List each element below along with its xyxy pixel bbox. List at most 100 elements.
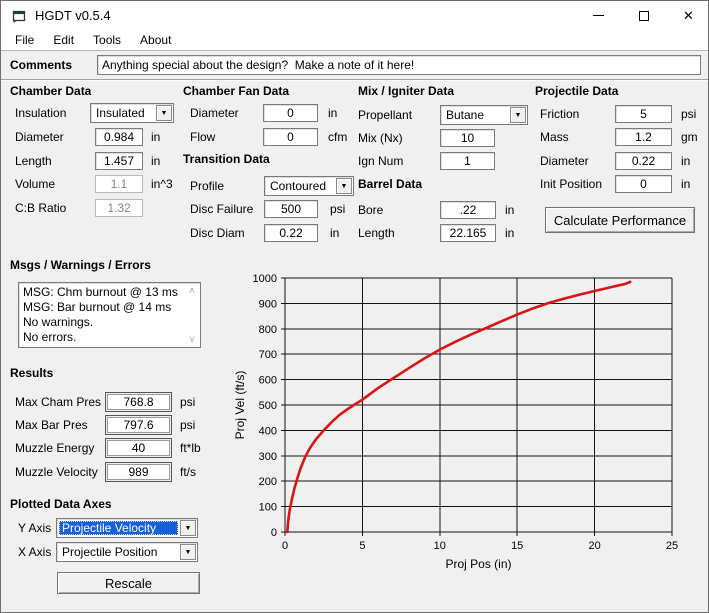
- disc-failure-input[interactable]: [264, 200, 318, 218]
- max-cham-pres-label: Max Cham Pres: [15, 395, 101, 409]
- chamber-length-input[interactable]: [95, 152, 143, 170]
- message-line: MSG: Chm burnout @ 13 ms: [23, 285, 183, 300]
- proj-diameter-label: Diameter: [540, 154, 589, 168]
- insulation-value: Insulated: [93, 106, 154, 120]
- cb-ratio-field: [95, 199, 143, 217]
- svg-text:0: 0: [282, 540, 288, 552]
- disc-diam-label: Disc Diam: [190, 226, 245, 240]
- svg-text:700: 700: [259, 349, 277, 361]
- calculate-performance-button[interactable]: Calculate Performance: [545, 207, 695, 233]
- friction-label: Friction: [540, 107, 579, 121]
- chamber-diameter-input[interactable]: [95, 128, 143, 146]
- messages-scrollbar[interactable]: ∧ ∨: [185, 284, 199, 346]
- muzzle-energy-field: [105, 438, 172, 458]
- app-icon: [11, 8, 27, 24]
- insulation-label: Insulation: [15, 106, 66, 120]
- menu-about[interactable]: About: [135, 31, 176, 49]
- proj-diameter-input[interactable]: [615, 152, 672, 170]
- propellant-label: Propellant: [358, 108, 412, 122]
- fan-flow-input[interactable]: [263, 128, 318, 146]
- fan-diameter-unit: in: [328, 106, 337, 120]
- window-title: HGDT v0.5.4: [35, 8, 111, 23]
- insulation-select[interactable]: Insulated ▼: [90, 103, 174, 123]
- comments-input[interactable]: [97, 55, 701, 75]
- disc-diam-input[interactable]: [264, 224, 318, 242]
- chamber-diameter-unit: in: [151, 130, 160, 144]
- max-cham-pres-unit: psi: [180, 395, 195, 409]
- barrel-length-label: Length: [358, 226, 395, 240]
- mix-nx-input[interactable]: [440, 129, 495, 147]
- x-axis-value: Projectile Position: [59, 545, 178, 559]
- svg-text:20: 20: [588, 540, 600, 552]
- disc-failure-unit: psi: [330, 202, 345, 216]
- bore-input[interactable]: [440, 201, 496, 219]
- title-bar[interactable]: HGDT v0.5.4 ✕: [1, 1, 708, 30]
- messages-lines: MSG: Chm burnout @ 13 ms MSG: Bar burnou…: [23, 285, 183, 346]
- propellant-select[interactable]: Butane ▼: [440, 105, 528, 125]
- menu-file[interactable]: File: [10, 31, 39, 49]
- fan-diameter-label: Diameter: [190, 106, 239, 120]
- menu-bar: File Edit Tools About: [1, 30, 708, 51]
- svg-text:1000: 1000: [253, 273, 277, 285]
- friction-input[interactable]: [615, 105, 672, 123]
- profile-label: Profile: [190, 179, 224, 193]
- chevron-down-icon[interactable]: ▼: [156, 105, 172, 121]
- close-button[interactable]: ✕: [666, 1, 709, 30]
- fan-flow-unit: cfm: [328, 130, 347, 144]
- y-axis-select[interactable]: Projectile Velocity ▼: [56, 518, 198, 538]
- bore-label: Bore: [358, 203, 383, 217]
- message-line: No warnings.: [23, 315, 183, 330]
- x-axis-label: X Axis: [18, 545, 51, 559]
- mix-nx-label: Mix (Nx): [358, 131, 403, 145]
- chevron-down-icon[interactable]: ▼: [510, 107, 526, 123]
- mass-input[interactable]: [615, 128, 672, 146]
- chamber-volume-field: [95, 175, 143, 193]
- chamber-length-label: Length: [15, 154, 52, 168]
- chevron-down-icon[interactable]: ▼: [336, 178, 352, 194]
- messages-header: Msgs / Warnings / Errors: [10, 258, 151, 272]
- close-icon: ✕: [683, 9, 694, 22]
- chamber-length-unit: in: [151, 154, 160, 168]
- mix-igniter-header: Mix / Igniter Data: [358, 84, 454, 98]
- svg-text:900: 900: [259, 298, 277, 310]
- scroll-down-icon[interactable]: ∨: [185, 334, 199, 345]
- rescale-button[interactable]: Rescale: [57, 572, 200, 594]
- chevron-down-icon[interactable]: ▼: [180, 520, 196, 536]
- barrel-length-unit: in: [505, 226, 514, 240]
- init-position-label: Init Position: [540, 177, 602, 191]
- fan-flow-label: Flow: [190, 130, 215, 144]
- y-axis-label: Y Axis: [18, 521, 51, 535]
- message-line: No errors.: [23, 330, 183, 345]
- app-window: HGDT v0.5.4 ✕ File Edit Tools About Comm…: [0, 0, 709, 613]
- svg-text:5: 5: [359, 540, 365, 552]
- profile-select[interactable]: Contoured ▼: [264, 176, 354, 196]
- chart-canvas: 0100200300400500600700800900100005101520…: [228, 252, 709, 613]
- friction-unit: psi: [681, 107, 696, 121]
- minimize-button[interactable]: [576, 1, 621, 30]
- max-bar-pres-label: Max Bar Pres: [15, 418, 88, 432]
- results-header: Results: [10, 366, 53, 380]
- svg-text:Proj Pos (in): Proj Pos (in): [445, 557, 511, 571]
- svg-text:500: 500: [259, 400, 277, 412]
- ign-num-input[interactable]: [440, 152, 495, 170]
- message-line: MSG: Bar burnout @ 14 ms: [23, 300, 183, 315]
- init-position-input[interactable]: [615, 175, 672, 193]
- disc-failure-label: Disc Failure: [190, 202, 253, 216]
- barrel-length-input[interactable]: [440, 224, 496, 242]
- svg-text:200: 200: [259, 476, 277, 488]
- chamber-volume-unit: in^3: [151, 177, 173, 191]
- menu-tools[interactable]: Tools: [88, 31, 126, 49]
- muzzle-energy-unit: ft*lb: [180, 441, 201, 455]
- svg-text:400: 400: [259, 425, 277, 437]
- minimize-icon: [593, 15, 604, 16]
- menu-edit[interactable]: Edit: [48, 31, 79, 49]
- maximize-button[interactable]: [621, 1, 666, 30]
- messages-listbox[interactable]: MSG: Chm burnout @ 13 ms MSG: Bar burnou…: [18, 282, 201, 348]
- scroll-up-icon[interactable]: ∧: [185, 285, 199, 296]
- fan-diameter-input[interactable]: [263, 104, 318, 122]
- x-axis-select[interactable]: Projectile Position ▼: [56, 542, 198, 562]
- chevron-down-icon[interactable]: ▼: [180, 544, 196, 560]
- transition-data-header: Transition Data: [183, 152, 270, 166]
- mass-unit: gm: [681, 130, 698, 144]
- chamber-volume-label: Volume: [15, 177, 55, 191]
